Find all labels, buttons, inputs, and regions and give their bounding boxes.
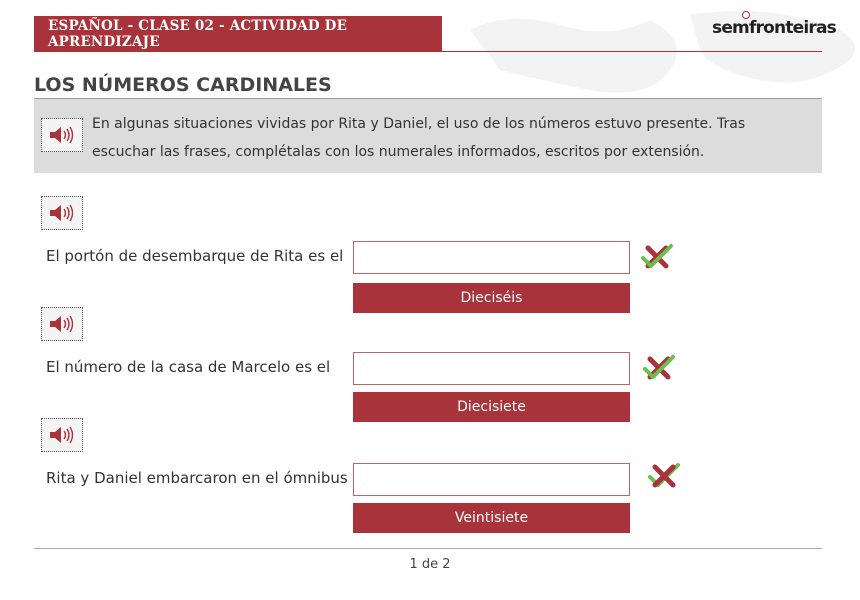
footer-divider — [34, 548, 822, 549]
semfronteiras-logo: semfronteiras — [712, 11, 837, 44]
question-3-label: Rita y Daniel embarcaron en el ómnibus — [46, 469, 348, 487]
question-3-audio-button[interactable] — [41, 418, 83, 452]
question-1-answer-input[interactable] — [353, 241, 630, 274]
question-1-option-label: Dieciséis — [460, 290, 523, 306]
location-pin-icon — [742, 11, 750, 19]
activity-header: ESPAÑOL - CLASE 02 - ACTIVIDAD DE APREND… — [34, 16, 442, 52]
page-indicator: 1 de 2 — [409, 557, 451, 572]
question-2-answer-input[interactable] — [353, 352, 630, 385]
check-cross-icon — [643, 355, 675, 380]
question-2-option-label: Diecisiete — [457, 399, 526, 415]
instruction-audio-button[interactable] — [41, 118, 83, 152]
question-2-audio-button[interactable] — [41, 307, 83, 341]
question-1-audio-button[interactable] — [41, 196, 83, 230]
check-cross-icon — [641, 244, 673, 269]
speaker-icon — [50, 126, 74, 144]
instruction-text: En algunas situaciones vividas por Rita … — [92, 110, 792, 166]
cross-check-icon — [648, 463, 680, 488]
header-divider — [34, 51, 822, 52]
question-3-answer-input[interactable] — [353, 463, 630, 496]
speaker-icon — [50, 315, 74, 333]
question-1-label: El portón de desembarque de Rita es el — [46, 247, 344, 265]
logo-text-fronteiras: fronteiras — [748, 18, 837, 38]
speaker-icon — [50, 426, 74, 444]
question-3-option-label: Veintisiete — [454, 510, 529, 526]
question-2-label: El número de la casa de Marcelo es el — [46, 358, 331, 376]
question-1-option-button[interactable]: Dieciséis — [353, 283, 630, 313]
activity-title: ESPAÑOL - CLASE 02 - ACTIVIDAD DE APREND… — [48, 18, 348, 50]
question-2-option-button[interactable]: Diecisiete — [353, 392, 630, 422]
instruction-line-2: escuchar las frases, complétalas con los… — [92, 144, 705, 160]
speaker-icon — [50, 204, 74, 222]
instruction-line-1: En algunas situaciones vividas por Rita … — [92, 116, 746, 132]
page-title: LOS NÚMEROS CARDINALES — [34, 74, 332, 96]
question-3-option-button[interactable]: Veintisiete — [353, 503, 630, 533]
logo-text-sem: sem — [712, 18, 750, 38]
